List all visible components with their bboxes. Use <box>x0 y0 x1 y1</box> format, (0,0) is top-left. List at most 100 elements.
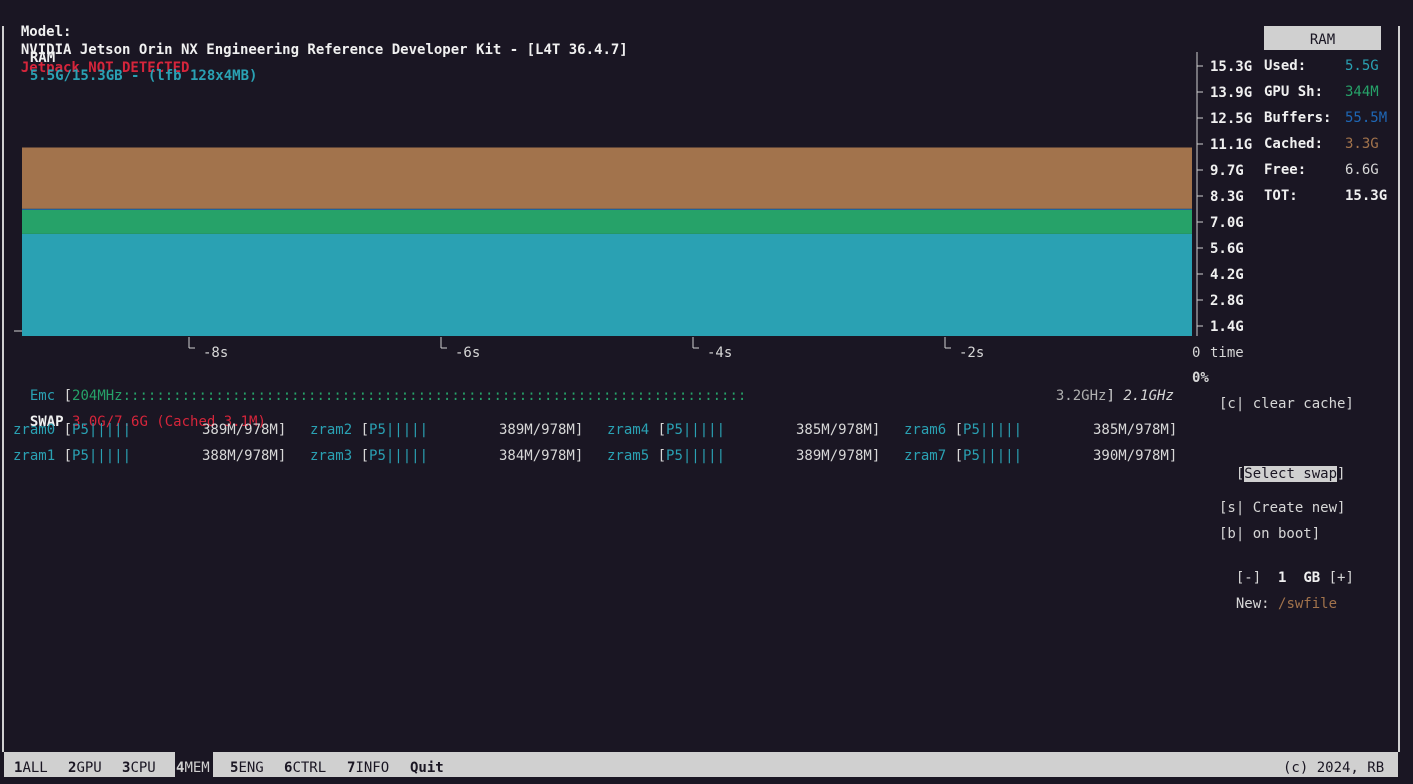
zram-bracket-open: [ <box>649 448 667 464</box>
ram-stat-value: 344M <box>1345 84 1379 100</box>
zram-value: 389M/978M] <box>796 448 881 464</box>
copyright: (c) 2024, RB <box>1283 760 1385 776</box>
x-tick-label: -6s <box>455 345 480 361</box>
y-tick-label: 1.4G <box>1210 319 1244 335</box>
tab-label: ALL <box>22 760 48 776</box>
footer-bar: 1ALL 2GPU 3CPU 4MEM 5ENG 6CTRL 7INFO Quit (c) 2… <box>4 752 1398 777</box>
y-tick-label: 8.3G <box>1210 189 1244 205</box>
ram-stat-value: 15.3G <box>1345 188 1388 204</box>
zram-bracket-open: [ <box>352 448 370 464</box>
zram-name: zram3 <box>310 448 353 464</box>
zram-row-zram2: zram2 [P5||||| <box>310 421 428 439</box>
zram-bar: P5||||| <box>369 448 429 464</box>
emc-right: 3.2GHz] 2.1GHz <box>1039 369 1174 405</box>
y-tick-label: 4.2G <box>1210 267 1244 283</box>
ram-stat-value: 55.5M <box>1345 110 1388 126</box>
zram-bar: P5||||| <box>963 422 1023 438</box>
zram-value: 388M/978M] <box>202 448 287 464</box>
zram-row-zram4: zram4 [P5||||| <box>607 421 725 439</box>
clear-cache-button[interactable]: [c| clear cache] <box>1219 395 1354 413</box>
y-tick-label: 7.0G <box>1210 215 1244 231</box>
ram-stat-value: 5.5G <box>1345 58 1379 74</box>
y-tick-label: 11.1G <box>1210 137 1252 153</box>
ram-area-gpu-sh <box>22 209 1192 234</box>
ram-stat-label: Used: <box>1264 58 1307 74</box>
tab-mem[interactable]: 4MEM <box>175 752 213 777</box>
tab-label: MEM <box>184 760 210 776</box>
tab-eng[interactable]: 5ENG <box>229 752 267 777</box>
zram-bar: P5||||| <box>963 448 1023 464</box>
ram-area-cached <box>22 147 1192 209</box>
on-boot-toggle[interactable]: [b| on boot] <box>1219 525 1320 543</box>
emc-max-freq: 3.2GHz <box>1055 388 1107 404</box>
tab-label: INFO <box>355 760 390 776</box>
y-tick-label: 13.9G <box>1210 85 1252 101</box>
emc-percent: 0% <box>1192 370 1209 386</box>
zram-bracket-open: [ <box>649 422 667 438</box>
zram-bar: P5||||| <box>666 448 726 464</box>
y-tick-label: 2.8G <box>1210 293 1244 309</box>
tab-quit[interactable]: Quit <box>409 752 447 777</box>
select-swap-button[interactable]: Select swap <box>1244 466 1338 482</box>
tab-cpu[interactable]: 3CPU <box>121 752 159 777</box>
create-new-button[interactable]: [s| Create new] <box>1219 499 1345 517</box>
ram-stat-label: Free: <box>1264 162 1307 178</box>
zram-name: zram5 <box>607 448 650 464</box>
emc-cur-freq: 2.1GHz <box>1123 388 1174 404</box>
ram-stat-value: 3.3G <box>1345 136 1379 152</box>
zram-name: zram2 <box>310 422 353 438</box>
zram-value: 385M/978M] <box>796 422 881 438</box>
ram-stat-label: Cached: <box>1264 136 1324 152</box>
select-swap-control[interactable]: [Select swap] <box>1219 447 1345 483</box>
ram-area-buffers <box>22 208 1192 210</box>
y-tick-label: 12.5G <box>1210 111 1252 127</box>
zram-bar: P5||||| <box>666 422 726 438</box>
y-tick-label: 15.3G <box>1210 59 1252 75</box>
ram-area-used <box>22 233 1192 336</box>
x-tick-label: 0 <box>1192 345 1200 361</box>
zram-name: zram4 <box>607 422 650 438</box>
ram-stat-label: Buffers: <box>1264 110 1332 126</box>
zram-name: zram6 <box>904 422 947 438</box>
zram-value: 390M/978M] <box>1093 448 1178 464</box>
new-path: /swfile <box>1278 596 1338 612</box>
zram-bracket-open: [ <box>946 422 964 438</box>
ram-panel-label[interactable]: RAM <box>1264 26 1381 50</box>
tab-label: Quit <box>410 760 444 776</box>
select-swap-bracket-close: ] <box>1337 466 1346 482</box>
ram-stat-label: GPU Sh: <box>1264 84 1324 100</box>
zram-bar: P5||||| <box>72 448 132 464</box>
new-swapfile-line: New: /swfile <box>1219 577 1337 613</box>
y-tick-label: 5.6G <box>1210 241 1244 257</box>
y-tick-label: 9.7G <box>1210 163 1244 179</box>
tab-label: GPU <box>76 760 102 776</box>
zram-bar: P5||||| <box>72 422 132 438</box>
x-tick-label: -2s <box>959 345 984 361</box>
zram-bracket-open: [ <box>946 448 964 464</box>
zram-name: zram0 <box>13 422 56 438</box>
ram-stat-value: 6.6G <box>1345 162 1379 178</box>
x-tick-label: -8s <box>203 345 228 361</box>
tab-info[interactable]: 7INFO <box>346 752 392 777</box>
tab-ctrl[interactable]: 6CTRL <box>283 752 329 777</box>
emc-bracket-close: ] <box>1106 388 1115 404</box>
zram-value: 384M/978M] <box>499 448 584 464</box>
zram-row-zram1: zram1 [P5||||| <box>13 447 131 465</box>
zram-value: 389M/978M] <box>499 422 584 438</box>
zram-row-zram3: zram3 [P5||||| <box>310 447 428 465</box>
zram-bar: P5||||| <box>369 422 429 438</box>
zram-value: 389M/978M] <box>202 422 287 438</box>
x-tick-label: -4s <box>707 345 732 361</box>
zram-row-zram6: zram6 [P5||||| <box>904 421 1022 439</box>
tab-label: CPU <box>130 760 156 776</box>
tab-label: ENG <box>238 760 264 776</box>
new-label: New: <box>1235 596 1270 612</box>
zram-bracket-open: [ <box>352 422 370 438</box>
zram-value: 385M/978M] <box>1093 422 1178 438</box>
zram-name: zram7 <box>904 448 947 464</box>
zram-name: zram1 <box>13 448 56 464</box>
zram-bracket-open: [ <box>55 422 73 438</box>
tab-all[interactable]: 1ALL <box>13 752 51 777</box>
tab-gpu[interactable]: 2GPU <box>67 752 105 777</box>
zram-row-zram5: zram5 [P5||||| <box>607 447 725 465</box>
